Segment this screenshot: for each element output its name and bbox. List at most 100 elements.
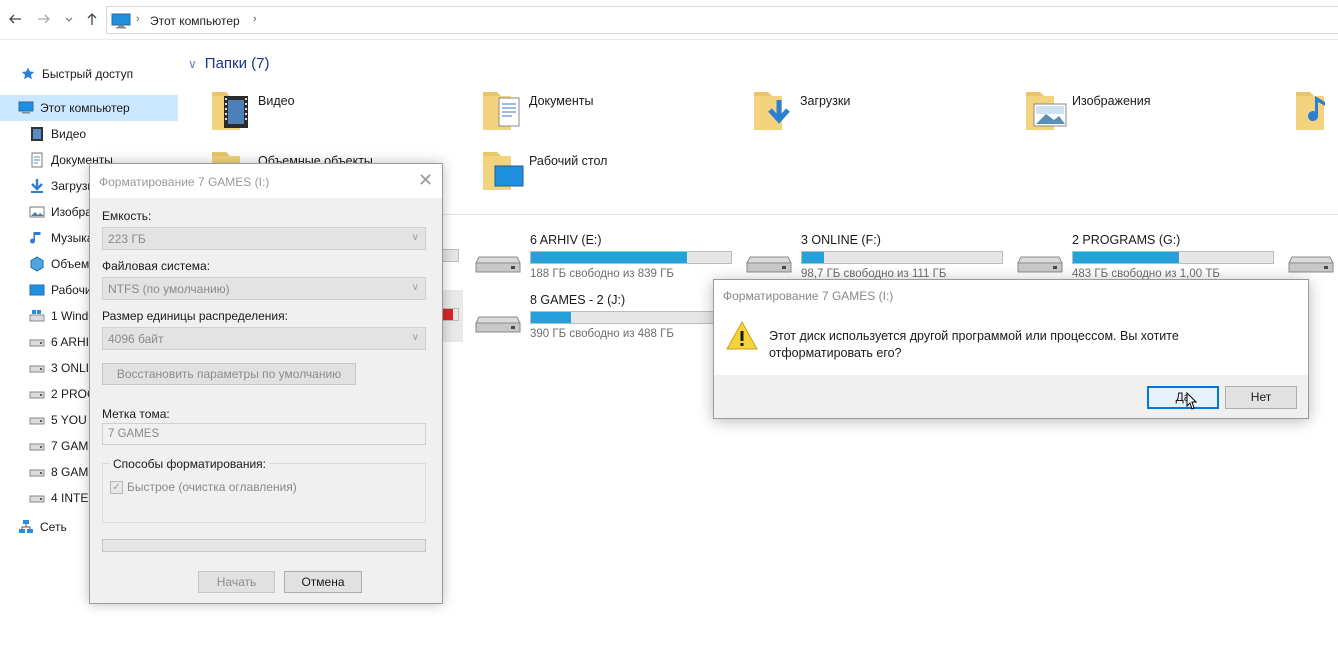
folder-music[interactable] (1294, 86, 1338, 142)
capacity-select[interactable]: 223 ГБ ∨ (102, 227, 426, 250)
warning-icon (726, 320, 758, 350)
allocation-size-label: Размер единицы распределения: (102, 309, 288, 323)
sidebar-item-video[interactable]: Видео (0, 121, 178, 147)
drive-icon (29, 339, 45, 347)
address-bar[interactable]: › Этот компьютер › (106, 6, 1338, 34)
drive-name: 8 GAMES - 2 (J:) (530, 293, 626, 307)
drive-f[interactable]: 3 ONLINE (F:) 98,7 ГБ свободно из 111 ГБ (746, 233, 1016, 285)
drive-usage-bar (801, 251, 1003, 264)
drive-name: 2 PROGRAMS (G:) (1072, 233, 1181, 247)
volume-label-label: Метка тома: (102, 407, 170, 421)
downloads-folder-icon (754, 92, 790, 130)
music-folder-icon (30, 232, 41, 244)
partial-drive-bar (443, 249, 459, 262)
restore-defaults-button[interactable]: Восстановить параметры по умолчанию (102, 363, 356, 385)
chevron-down-icon: ∨ (411, 332, 419, 343)
3d-objects-folder-icon (30, 256, 44, 272)
start-button[interactable]: Начать (198, 571, 275, 593)
computer-icon (18, 101, 34, 114)
documents-folder-icon (483, 92, 520, 130)
drive-j[interactable]: 8 GAMES - 2 (J:) 390 ГБ свободно из 488 … (475, 293, 745, 345)
quick-format-checkbox[interactable]: ✓ (110, 481, 123, 494)
drive-icon (475, 316, 521, 333)
folder-label: Загрузки (800, 94, 851, 108)
sidebar-item-label: Видео (51, 127, 87, 141)
video-folder-icon (31, 127, 43, 141)
breadcrumb-separator-icon: › (136, 13, 140, 25)
folder-video[interactable]: Видео (210, 86, 470, 142)
sidebar-item-quick-access[interactable]: Быстрый доступ (0, 61, 178, 87)
star-icon (21, 67, 35, 80)
back-button[interactable] (6, 11, 24, 29)
sidebar-item-label: Этот компьютер (40, 101, 130, 115)
address-toolbar: › Этот компьютер › (0, 0, 1338, 40)
drive-partial[interactable] (1288, 233, 1338, 285)
breadcrumb-location[interactable]: Этот компьютер (150, 14, 240, 28)
drive-e[interactable]: 6 ARHIV (E:) 188 ГБ свободно из 839 ГБ (475, 233, 745, 285)
computer-icon (111, 13, 131, 29)
filesystem-select[interactable]: NTFS (по умолчанию) ∨ (102, 277, 426, 300)
folder-label: Видео (258, 94, 295, 108)
folder-pictures[interactable]: Изображения (1024, 86, 1284, 142)
desktop-folder-icon (29, 284, 45, 296)
drive-usage-bar (530, 251, 732, 264)
downloads-folder-icon (31, 179, 43, 193)
drive-free-space: 390 ГБ свободно из 488 ГБ (530, 328, 674, 340)
forward-button[interactable] (35, 11, 53, 29)
drive-icon (29, 365, 45, 373)
cancel-button[interactable]: Отмена (284, 571, 362, 593)
folder-downloads[interactable]: Загрузки (752, 86, 1012, 142)
video-folder-icon (212, 92, 248, 130)
drive-icon (29, 469, 45, 477)
format-dialog: Форматирование 7 GAMES (I:) ✕ Емкость: 2… (89, 163, 443, 604)
drive-usage-fill (1073, 252, 1179, 263)
volume-label-input[interactable]: 7 GAMES (102, 423, 426, 445)
desktop-folder-icon (483, 152, 524, 190)
format-options-label: Способы форматирования: (110, 457, 269, 471)
drive-g[interactable]: 2 PROGRAMS (G:) 483 ГБ свободно из 1,00 … (1017, 233, 1287, 285)
drive-icon (746, 256, 792, 273)
dialog-message: Этот диск используется другой программой… (769, 329, 1179, 360)
drive-name: 3 ONLINE (F:) (801, 233, 881, 247)
network-icon (19, 520, 33, 533)
folder-documents[interactable]: Документы (481, 86, 741, 142)
sidebar-item-this-pc[interactable]: Этот компьютер (0, 95, 178, 121)
pictures-folder-icon (29, 206, 45, 218)
sidebar-item-label: Быстрый доступ (42, 67, 134, 81)
drive-name: 6 ARHIV (E:) (530, 233, 602, 247)
folder-desktop[interactable]: Рабочий стол (481, 146, 741, 202)
drive-icon (1017, 256, 1063, 273)
drive-icon (475, 256, 521, 273)
breadcrumb-separator-icon: › (253, 13, 257, 25)
folder-label: Изображения (1072, 94, 1151, 108)
close-button[interactable]: ✕ (418, 170, 433, 191)
section-title: Папки (7) (204, 55, 270, 72)
chevron-down-icon (65, 17, 73, 22)
windows-drive-icon (29, 310, 45, 322)
filesystem-value: NTFS (по умолчанию) (108, 282, 230, 296)
no-button[interactable]: Нет (1225, 386, 1297, 409)
folder-label: Рабочий стол (529, 154, 608, 168)
quick-format-label: Быстрое (очистка оглавления) (127, 480, 297, 494)
drive-usage-bar (1072, 251, 1274, 264)
chevron-down-icon: ∨ (411, 232, 419, 243)
up-button[interactable] (83, 11, 101, 29)
drive-usage-fill (802, 252, 824, 263)
dialog-content: Форматирование 7 GAMES (I:) Этот диск ис… (714, 280, 1308, 375)
allocation-size-select[interactable]: 4096 байт ∨ (102, 327, 426, 350)
drive-icon (1288, 256, 1334, 273)
drive-usage-fill (531, 252, 687, 263)
music-folder-icon (1296, 92, 1325, 130)
format-progress-bar (102, 539, 426, 552)
drive-icon (29, 417, 45, 425)
recent-locations-button[interactable] (62, 11, 76, 29)
confirm-format-dialog: Форматирование 7 GAMES (I:) Этот диск ис… (713, 279, 1309, 419)
mouse-cursor-icon (1186, 392, 1197, 410)
chevron-down-icon: ∨ (411, 282, 419, 293)
folders-section-header[interactable]: ∨ Папки (7) (188, 55, 269, 72)
sidebar-item-label: Сеть (40, 520, 67, 534)
arrow-up-icon (87, 13, 97, 25)
drive-free-space: 188 ГБ свободно из 839 ГБ (530, 268, 674, 280)
capacity-label: Емкость: (102, 209, 152, 223)
dialog-titlebar: Форматирование 7 GAMES (I:) ✕ (90, 164, 442, 198)
